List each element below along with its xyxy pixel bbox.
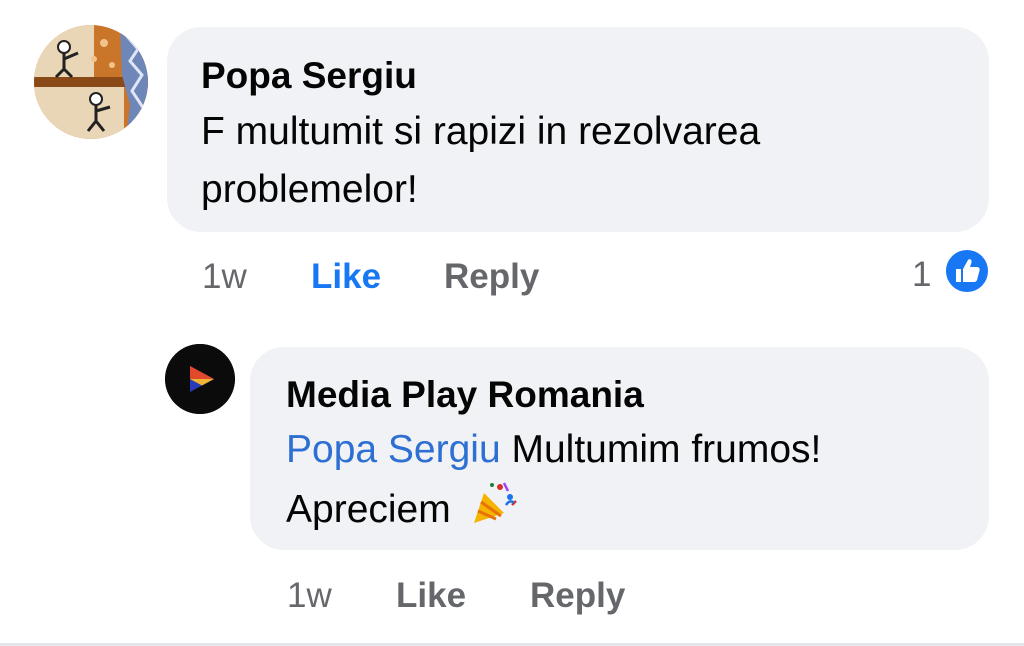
comment-bubble: Popa Sergiu F multumit si rapizi in rezo… bbox=[167, 27, 989, 232]
comment-author[interactable]: Popa Sergiu bbox=[201, 54, 417, 98]
avatar-popa-sergiu[interactable] bbox=[34, 25, 148, 139]
reply-timestamp[interactable]: 1w bbox=[287, 576, 332, 616]
cartoon-avatar-icon bbox=[34, 25, 148, 139]
mention-link[interactable]: Popa Sergiu bbox=[286, 428, 501, 471]
reply-button[interactable]: Reply bbox=[444, 257, 539, 297]
reply-reply-button[interactable]: Reply bbox=[530, 576, 625, 616]
reaction-count[interactable]: 1 bbox=[912, 255, 931, 295]
reply-like-button[interactable]: Like bbox=[396, 576, 466, 616]
avatar-media-play-romania[interactable] bbox=[165, 344, 235, 414]
comment-text: F multumit si rapizi in rezolvarea probl… bbox=[201, 110, 761, 211]
reply-bubble: Media Play Romania Popa Sergiu Multumim … bbox=[250, 347, 989, 550]
comment-timestamp[interactable]: 1w bbox=[202, 257, 247, 297]
like-reaction-icon[interactable] bbox=[944, 248, 990, 294]
like-button[interactable]: Like bbox=[311, 257, 381, 297]
reply-text-block: Popa Sergiu Multumim frumos! Apreciem bbox=[286, 421, 976, 544]
party-popper-icon bbox=[470, 479, 518, 544]
play-logo-icon bbox=[165, 344, 235, 414]
reply-author[interactable]: Media Play Romania bbox=[286, 373, 644, 417]
